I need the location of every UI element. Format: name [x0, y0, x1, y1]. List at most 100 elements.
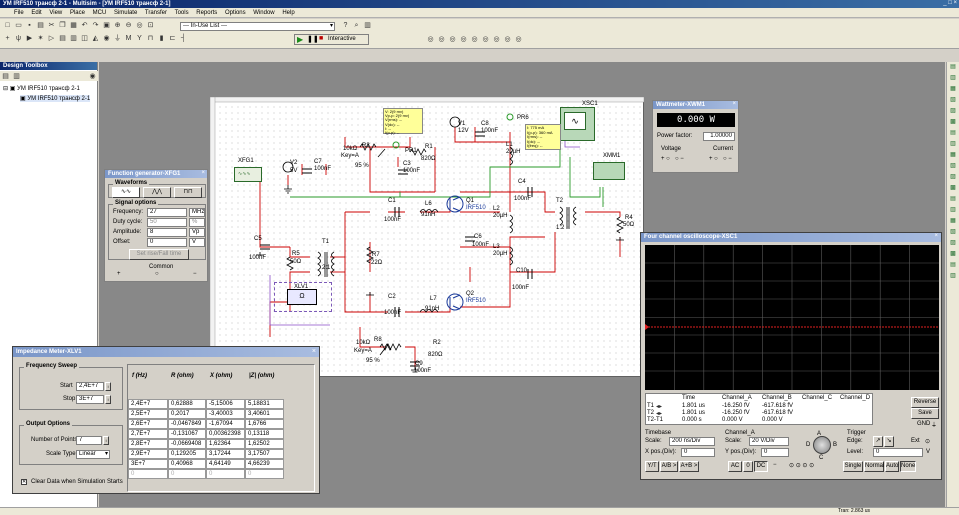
- zoom-area-icon[interactable]: ◎: [135, 21, 144, 30]
- auto-button[interactable]: Auto: [885, 461, 899, 472]
- probe-terminal-icon[interactable]: ⊙ ⊙ ⊙ ⊙: [789, 462, 814, 469]
- start-spinner[interactable]: ↕: [105, 382, 111, 391]
- analog-icon[interactable]: ▷: [47, 34, 56, 43]
- menu-simulate[interactable]: Simulate: [114, 10, 137, 16]
- hierarchy-icon[interactable]: ▤: [1, 72, 10, 81]
- menu-help[interactable]: Help: [282, 10, 294, 16]
- window-controls[interactable]: _ □ ×: [943, 0, 957, 8]
- channel-scale-input[interactable]: 20 V/Div: [749, 437, 789, 446]
- oscilloscope-symbol[interactable]: ∿: [560, 107, 595, 141]
- help-icon[interactable]: ?: [341, 21, 350, 30]
- ab-button[interactable]: A/B >: [660, 461, 678, 472]
- frequency-counter-icon[interactable]: ▤: [950, 128, 956, 139]
- grapher-icon[interactable]: ▥: [363, 21, 372, 30]
- plus-terminal-icon[interactable]: +: [117, 271, 121, 277]
- labview-icon[interactable]: ▤: [950, 260, 956, 271]
- close-icon[interactable]: ×: [312, 348, 316, 355]
- voltage-minus-terminal-icon[interactable]: ○ −: [675, 156, 684, 162]
- level-input[interactable]: 0: [873, 448, 923, 457]
- points-input[interactable]: 7: [76, 436, 102, 445]
- zoom-out-icon[interactable]: ⊖: [124, 21, 133, 30]
- tektronix-scope-icon[interactable]: ▩: [950, 249, 956, 260]
- ext-terminal-icon[interactable]: ⊙: [925, 438, 930, 445]
- menu-edit[interactable]: Edit: [31, 10, 41, 16]
- misc-digital-icon[interactable]: ◫: [80, 34, 89, 43]
- close-icon[interactable]: ×: [201, 170, 205, 176]
- zoom-in-icon[interactable]: ⊕: [113, 21, 122, 30]
- probe-2-icon[interactable]: ◎: [437, 35, 446, 44]
- logic-converter-icon[interactable]: ▧: [950, 161, 956, 172]
- close-icon[interactable]: ×: [732, 101, 736, 107]
- misc-icon[interactable]: M: [124, 34, 133, 43]
- menu-place[interactable]: Place: [70, 10, 85, 16]
- frequency-unit[interactable]: MHz: [189, 208, 205, 217]
- menu-window[interactable]: Window: [253, 10, 274, 16]
- scale-type-select[interactable]: Linear ▾: [76, 450, 110, 459]
- spectrum-analyzer-icon[interactable]: ▤: [950, 194, 956, 205]
- ac-button[interactable]: AC: [728, 461, 742, 472]
- hierarchical-icon[interactable]: ⊏: [168, 34, 177, 43]
- agilent-generator-icon[interactable]: ▦: [950, 216, 956, 227]
- duty-cycle-input[interactable]: 50: [147, 218, 187, 227]
- start-input[interactable]: 2,4E+7: [76, 382, 104, 391]
- cut-icon[interactable]: ✂: [47, 21, 56, 30]
- oscilloscope-icon[interactable]: ▧: [950, 95, 956, 106]
- reverse-button[interactable]: Reverse: [911, 397, 939, 408]
- copy-icon[interactable]: ❐: [58, 21, 67, 30]
- visibility-icon[interactable]: ▥: [12, 72, 21, 81]
- source-icon[interactable]: +: [3, 34, 12, 43]
- menu-view[interactable]: View: [49, 10, 62, 16]
- search-icon[interactable]: ⌕: [352, 21, 361, 30]
- normal-button[interactable]: Normal: [864, 461, 884, 472]
- mcu-icon[interactable]: ▮: [157, 34, 166, 43]
- function-generator-icon[interactable]: ▥: [950, 73, 956, 84]
- probe-9-icon[interactable]: ◎: [514, 35, 523, 44]
- network-analyzer-icon[interactable]: ▥: [950, 205, 956, 216]
- impedance-table[interactable]: f (Hz) R (ohm) X (ohm) |Z| (ohm) 2,4E+7 …: [127, 364, 315, 492]
- wattmeter-symbol[interactable]: [593, 162, 625, 180]
- frequency-input[interactable]: 27: [147, 208, 187, 217]
- transistor-icon[interactable]: ✶: [36, 34, 45, 43]
- electromech-icon[interactable]: ⊓: [146, 34, 155, 43]
- bode-plotter-icon[interactable]: ▩: [950, 117, 956, 128]
- t2-arrows-icon[interactable]: ◂▸: [656, 410, 662, 417]
- probe-4-icon[interactable]: ◎: [459, 35, 468, 44]
- minus-terminal-icon[interactable]: −: [193, 271, 197, 277]
- bus-icon[interactable]: ┤: [179, 34, 188, 43]
- ttl-icon[interactable]: ▤: [58, 34, 67, 43]
- paste-icon[interactable]: ▦: [69, 21, 78, 30]
- probe-icon[interactable]: ◎: [426, 35, 435, 44]
- basic-icon[interactable]: ψ: [14, 34, 23, 43]
- menu-transfer[interactable]: Transfer: [145, 10, 167, 16]
- current-minus-terminal-icon[interactable]: ○ −: [723, 156, 732, 162]
- menu-tools[interactable]: Tools: [175, 10, 189, 16]
- none-button[interactable]: None: [900, 461, 916, 472]
- logic-analyzer-icon[interactable]: ▦: [950, 150, 956, 161]
- zero-button[interactable]: 0: [743, 461, 753, 472]
- stop-icon[interactable]: ■: [319, 35, 323, 42]
- rising-edge-icon[interactable]: ↗: [873, 436, 883, 447]
- dc-button[interactable]: DC: [754, 461, 768, 472]
- tree-root[interactable]: ⊟ ▣ УМ IRF510 трансф 2-1: [3, 85, 80, 92]
- menu-mcu[interactable]: MCU: [93, 10, 107, 16]
- agilent-scope-icon[interactable]: ▨: [950, 238, 956, 249]
- new-file-icon[interactable]: □: [3, 21, 12, 30]
- triangle-wave-button[interactable]: ⋀⋀: [143, 187, 171, 198]
- channel-selector-knob[interactable]: [813, 436, 831, 454]
- diode-icon[interactable]: ▶: [25, 34, 34, 43]
- probe-7-icon[interactable]: ◎: [492, 35, 501, 44]
- close-icon[interactable]: ×: [934, 233, 938, 239]
- single-button[interactable]: Single: [843, 461, 863, 472]
- fullscreen-icon[interactable]: ▣: [102, 21, 111, 30]
- stop-spinner[interactable]: ↕: [105, 395, 111, 404]
- interactive-label[interactable]: Interactive: [328, 36, 356, 42]
- function-generator-symbol[interactable]: ∿∿∿: [234, 167, 262, 182]
- probe-8-icon[interactable]: ◎: [503, 35, 512, 44]
- duty-cycle-unit[interactable]: %: [189, 218, 205, 227]
- points-spinner[interactable]: ↕: [103, 436, 109, 445]
- timebase-scale-input[interactable]: 200 ns/Div: [669, 437, 715, 446]
- channel-terminal-icon[interactable]: −: [773, 462, 777, 468]
- clear-data-checkbox[interactable]: ✕: [21, 479, 27, 485]
- distortion-analyzer-icon[interactable]: ▩: [950, 183, 956, 194]
- project-view-icon[interactable]: ◉: [88, 72, 97, 81]
